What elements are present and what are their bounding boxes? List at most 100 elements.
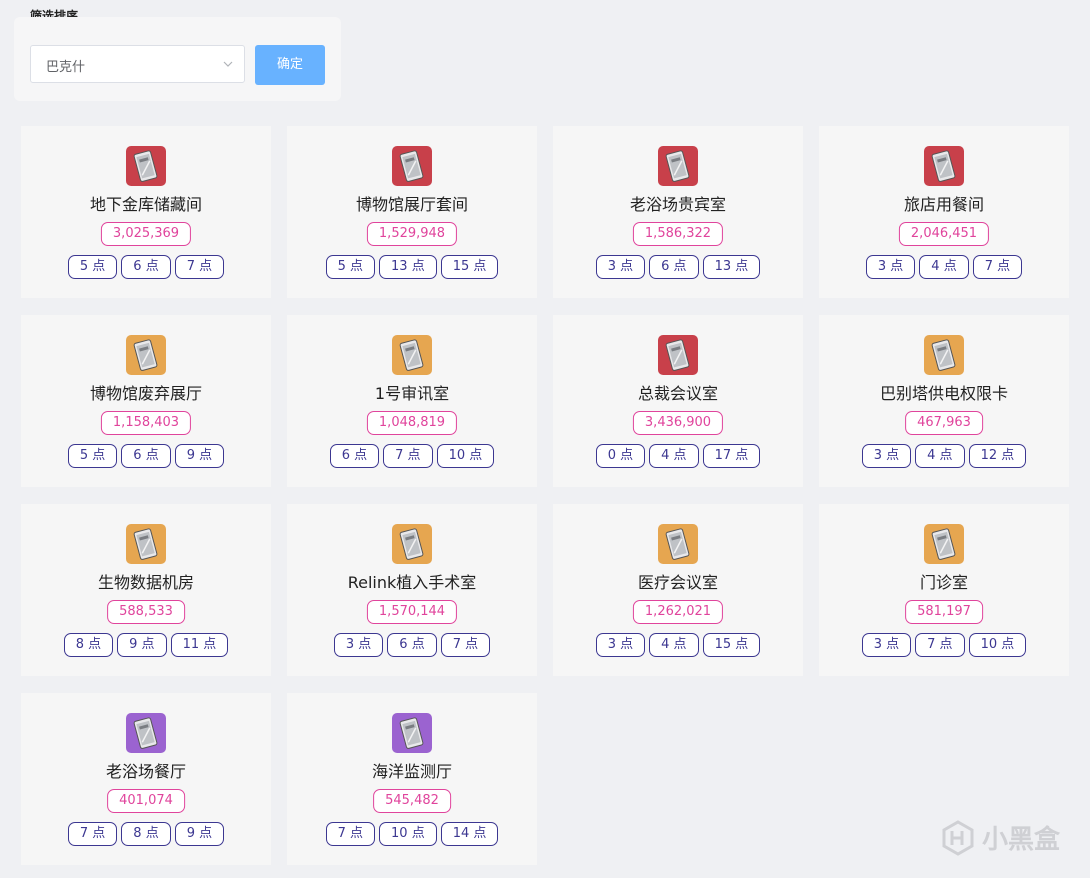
point-badge: 10 点 [436, 444, 495, 468]
room-card[interactable]: 老浴场餐厅 401,074 7 点8 点9 点 [21, 693, 271, 865]
point-badge: 7 点 [174, 255, 225, 279]
point-badge: 7 点 [915, 633, 965, 657]
price-badge: 1,158,403 [100, 411, 192, 435]
red-keycard-icon [658, 146, 698, 186]
purple-keycard-icon [126, 713, 166, 753]
room-name: 1号审讯室 [374, 384, 450, 403]
point-badge: 4 点 [919, 255, 969, 279]
confirm-button[interactable]: 确定 [255, 45, 325, 85]
price-badge: 581,197 [905, 600, 983, 624]
room-name: 博物馆展厅套间 [355, 195, 468, 214]
point-badges: 3 点4 点7 点 [819, 255, 1069, 279]
point-badges: 3 点6 点 13 点 [553, 255, 803, 279]
room-name: 博物馆废弃展厅 [89, 384, 202, 403]
point-badge: 3 点 [861, 633, 912, 657]
point-badge: 11 点 [170, 633, 229, 657]
point-badge: 3 点 [865, 255, 916, 279]
point-badge: 6 点 [387, 633, 437, 657]
point-badges: 0 点4 点 17 点 [553, 444, 803, 468]
point-badges: 5 点6 点9 点 [21, 444, 271, 468]
watermark: 小黑盒 [940, 819, 1060, 856]
point-badge: 6 点 [121, 255, 171, 279]
point-badge: 0 点 [595, 444, 646, 468]
room-card[interactable]: 地下金库储藏间 3,025,369 5 点6 点7 点 [21, 126, 271, 298]
watermark-text: 小黑盒 [981, 825, 1060, 855]
room-name: 地下金库储藏间 [89, 195, 202, 214]
point-badges: 3 点6 点7 点 [287, 633, 537, 657]
room-card[interactable]: 医疗会议室 1,262,021 3 点4 点 15 点 [553, 504, 803, 676]
point-badges: 3 点4 点 15 点 [553, 633, 803, 657]
room-name: 老浴场贵宾室 [629, 195, 726, 214]
price-badge: 2,046,451 [898, 222, 990, 246]
map-select-value: 巴克什 [46, 60, 86, 75]
point-badge: 3 点 [595, 255, 646, 279]
gold-keycard-icon [924, 524, 964, 564]
price-badge: 588,533 [107, 600, 185, 624]
point-badge: 15 点 [440, 255, 499, 279]
point-badge: 7 点 [67, 822, 118, 846]
point-badge: 4 点 [649, 633, 699, 657]
point-badge: 5 点 [325, 255, 376, 279]
point-badge: 6 点 [649, 255, 699, 279]
point-badge: 10 点 [379, 822, 437, 846]
point-badge: 15 点 [702, 633, 761, 657]
room-card-grid: 地下金库储藏间 3,025,369 5 点6 点7 点博物馆展厅套间 1,529,94… [21, 126, 1069, 865]
red-keycard-icon [924, 146, 964, 186]
point-badges: 5 点 13 点 15 点 [287, 255, 537, 279]
room-name: 老浴场餐厅 [105, 762, 186, 781]
point-badge: 13 点 [702, 255, 761, 279]
price-badge: 401,074 [107, 789, 185, 813]
room-card[interactable]: 旅店用餐间 2,046,451 3 点4 点7 点 [819, 126, 1069, 298]
price-badge: 545,482 [373, 789, 451, 813]
point-badges: 7 点 10 点 14 点 [287, 822, 537, 846]
room-card[interactable]: 博物馆废弃展厅 1,158,403 5 点6 点9 点 [21, 315, 271, 487]
room-name: 总裁会议室 [637, 384, 718, 403]
room-card[interactable]: 巴别塔供电权限卡 467,963 3 点4 点 12 点 [819, 315, 1069, 487]
point-badge: 5 点 [67, 444, 118, 468]
point-badges: 7 点8 点9 点 [21, 822, 271, 846]
room-card[interactable]: 门诊室 581,197 3 点7 点 10 点 [819, 504, 1069, 676]
purple-keycard-icon [392, 713, 432, 753]
price-badge: 1,586,322 [632, 222, 724, 246]
room-name: 巴别塔供电权限卡 [879, 384, 1008, 403]
point-badge: 3 点 [333, 633, 384, 657]
chevron-down-icon [223, 61, 233, 67]
point-badges: 5 点6 点7 点 [21, 255, 271, 279]
map-select[interactable]: 巴克什 [30, 45, 245, 83]
price-badge: 1,570,144 [366, 600, 458, 624]
point-badge: 9 点 [117, 633, 167, 657]
room-name: Relink植入手术室 [347, 573, 477, 592]
point-badge: 9 点 [174, 444, 225, 468]
price-badge: 3,025,369 [100, 222, 192, 246]
gold-keycard-icon [126, 524, 166, 564]
red-keycard-icon [392, 146, 432, 186]
price-badge: 3,436,900 [632, 411, 724, 435]
point-badge: 3 点 [595, 633, 646, 657]
red-keycard-icon [126, 146, 166, 186]
room-card[interactable]: 总裁会议室 3,436,900 0 点4 点 17 点 [553, 315, 803, 487]
room-name: 生物数据机房 [97, 573, 194, 592]
point-badge: 14 点 [440, 822, 499, 846]
point-badge: 8 点 [63, 633, 114, 657]
room-name: 门诊室 [919, 573, 968, 592]
gold-keycard-icon [126, 335, 166, 375]
point-badges: 8 点9 点 11 点 [21, 633, 271, 657]
room-card[interactable]: Relink植入手术室 1,570,144 3 点6 点7 点 [287, 504, 537, 676]
point-badge: 8 点 [121, 822, 171, 846]
room-card[interactable]: 生物数据机房 588,533 8 点9 点 11 点 [21, 504, 271, 676]
room-card[interactable]: 老浴场贵宾室 1,586,322 3 点6 点 13 点 [553, 126, 803, 298]
price-badge: 1,262,021 [632, 600, 724, 624]
point-badge: 12 点 [968, 444, 1027, 468]
point-badge: 9 点 [174, 822, 225, 846]
room-card[interactable]: 博物馆展厅套间 1,529,948 5 点 13 点 15 点 [287, 126, 537, 298]
room-card[interactable]: 海洋监测厅 545,482 7 点 10 点 14 点 [287, 693, 537, 865]
price-badge: 467,963 [905, 411, 983, 435]
point-badge: 13 点 [379, 255, 437, 279]
point-badge: 7 点 [383, 444, 433, 468]
room-card[interactable]: 1号审讯室 1,048,819 6 点7 点 10 点 [287, 315, 537, 487]
price-badge: 1,529,948 [366, 222, 458, 246]
red-keycard-icon [658, 335, 698, 375]
gold-keycard-icon [392, 524, 432, 564]
price-badge: 1,048,819 [366, 411, 458, 435]
point-badge: 4 点 [649, 444, 699, 468]
